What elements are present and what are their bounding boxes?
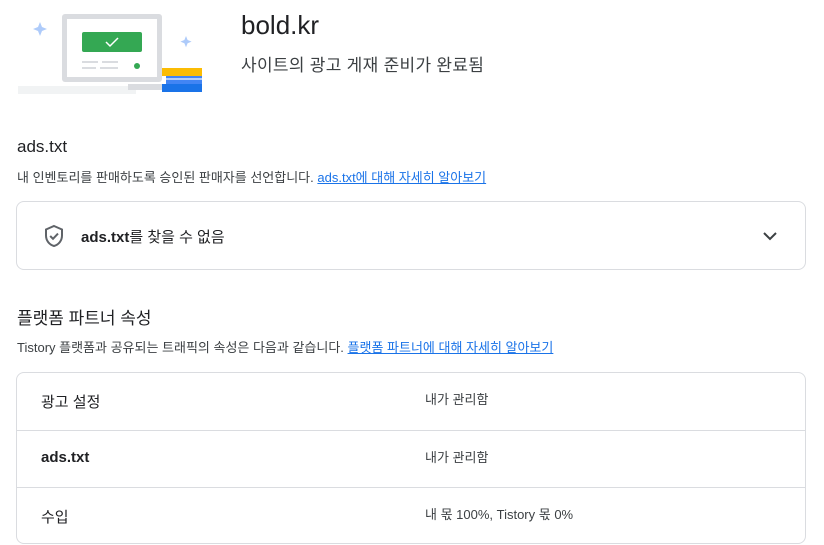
ads-txt-description-text: 내 인벤토리를 판매하도록 승인된 판매자를 선언합니다. <box>17 170 314 185</box>
platform-learn-more-link[interactable]: 플랫폼 파트너에 대해 자세히 알아보기 <box>348 340 554 355</box>
property-label: 광고 설정 <box>41 394 101 411</box>
ads-txt-status-message: 를 찾을 수 없음 <box>129 229 225 246</box>
platform-description-text: Tistory 플랫폼과 공유되는 트래픽의 속성은 다음과 같습니다. <box>17 340 344 355</box>
ads-txt-status-card[interactable]: ads.txt를 찾을 수 없음 <box>16 201 806 270</box>
site-domain: bold.kr <box>241 10 320 40</box>
ads-txt-learn-more-link[interactable]: ads.txt에 대해 자세히 알아보기 <box>317 170 486 185</box>
ads-txt-description: 내 인벤토리를 판매하도록 승인된 판매자를 선언합니다. ads.txt에 대… <box>17 167 486 186</box>
platform-section-title: 플랫폼 파트너 속성 <box>17 309 152 328</box>
property-value: 내가 관리함 <box>425 450 489 465</box>
property-label: ads.txt <box>41 449 90 466</box>
table-row: ads.txt 내가 관리함 <box>17 430 805 488</box>
ads-txt-status: ads.txt를 찾을 수 없음 <box>81 226 225 247</box>
site-ready-illustration <box>18 14 202 94</box>
chevron-down-icon[interactable] <box>761 227 779 245</box>
platform-description: Tistory 플랫폼과 공유되는 트래픽의 속성은 다음과 같습니다. 플랫폼… <box>17 337 553 356</box>
platform-properties-table: 광고 설정 내가 관리함 ads.txt 내가 관리함 수입 내 몫 100%,… <box>16 372 806 544</box>
site-status: 사이트의 광고 게재 준비가 완료됨 <box>241 56 485 75</box>
ads-txt-status-filename: ads.txt <box>81 229 130 246</box>
ads-txt-section-title: ads.txt <box>17 137 68 156</box>
property-value: 내가 관리함 <box>425 392 489 407</box>
table-row: 수입 내 몫 100%, Tistory 몫 0% <box>17 487 805 545</box>
shield-check-icon <box>45 224 63 248</box>
table-row: 광고 설정 내가 관리함 <box>17 373 805 430</box>
property-value: 내 몫 100%, Tistory 몫 0% <box>425 507 574 522</box>
property-label: 수입 <box>41 509 69 526</box>
